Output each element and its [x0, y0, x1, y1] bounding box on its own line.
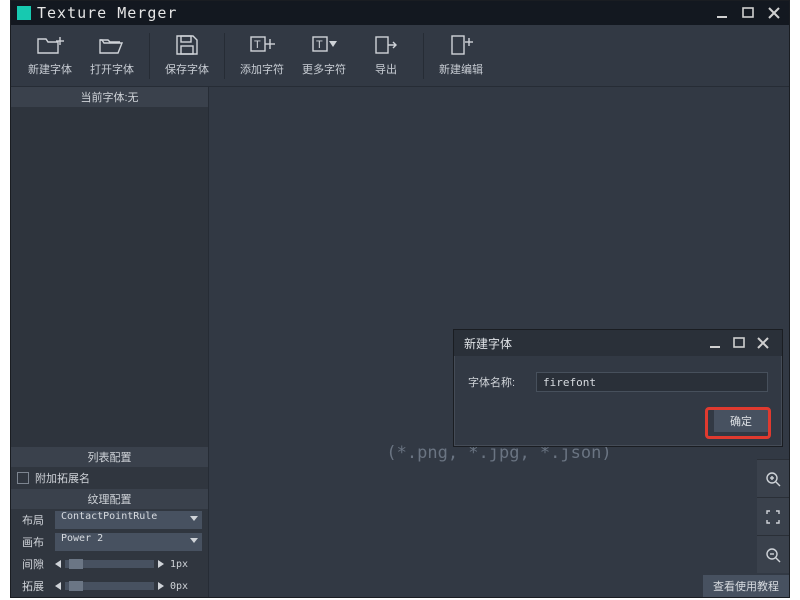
toolbar-new-font[interactable]: 新建字体 — [19, 31, 81, 77]
title-bar: Texture Merger — [11, 1, 789, 25]
dialog-titlebar: 新建字体 — [454, 330, 782, 356]
toolbar-label: 打开字体 — [90, 61, 134, 77]
append-ext-label: 附加拓展名 — [35, 470, 90, 486]
font-name-input[interactable] — [536, 372, 768, 392]
expand-label: 拓展 — [17, 578, 49, 594]
slider-thumb[interactable] — [69, 581, 83, 591]
toolbar-label: 更多字符 — [302, 61, 346, 77]
tutorial-button[interactable]: 查看使用教程 — [703, 575, 789, 597]
arrow-right-icon[interactable] — [158, 560, 164, 568]
arrow-right-icon[interactable] — [158, 582, 164, 590]
expand-slider[interactable] — [55, 582, 164, 590]
canvas-select[interactable]: Power 2 — [55, 533, 202, 551]
arrow-left-icon[interactable] — [55, 560, 61, 568]
new-doc-icon — [447, 33, 475, 57]
app-title: Texture Merger — [37, 4, 177, 22]
maximize-button[interactable] — [739, 5, 757, 21]
close-button[interactable] — [765, 5, 783, 21]
chevron-down-icon — [190, 516, 198, 521]
ok-button[interactable]: 确定 — [714, 410, 768, 432]
toolbar-label: 新建字体 — [28, 61, 72, 77]
toolbar-save-font[interactable]: 保存字体 — [156, 31, 218, 77]
save-icon — [173, 33, 201, 57]
toolbar-label: 保存字体 — [165, 61, 209, 77]
toolbar-separator — [423, 33, 424, 79]
texture-config-title: 纹理配置 — [11, 489, 208, 509]
gap-value: 1px — [170, 559, 202, 570]
toolbar-more-char[interactable]: T 更多字符 — [293, 31, 355, 77]
add-char-icon: T — [248, 33, 276, 57]
canvas-area[interactable]: (*.png, *.jpg, *.json) 新建字体 字体名称: — [209, 87, 789, 597]
append-ext-row[interactable]: 附加拓展名 — [11, 467, 208, 489]
main-area: 当前字体:无 列表配置 附加拓展名 纹理配置 布局 ContactPointRu… — [11, 87, 789, 597]
zoom-out-button[interactable] — [757, 535, 789, 573]
right-tool-strip — [757, 459, 789, 573]
list-config-title: 列表配置 — [11, 447, 208, 467]
layout-value: ContactPointRule — [55, 511, 202, 529]
toolbar-export[interactable]: 导出 — [355, 31, 417, 77]
canvas-label: 画布 — [17, 534, 49, 550]
toolbar-separator — [149, 33, 150, 79]
svg-text:T: T — [254, 39, 261, 51]
dialog-minimize-button[interactable] — [706, 335, 724, 351]
dialog-title: 新建字体 — [464, 335, 512, 352]
more-char-icon: T — [310, 33, 338, 57]
toolbar-new-edit[interactable]: 新建编辑 — [430, 31, 492, 77]
export-icon — [372, 33, 400, 57]
fit-screen-button[interactable] — [757, 497, 789, 535]
append-ext-checkbox[interactable] — [17, 472, 29, 484]
dialog-maximize-button[interactable] — [730, 335, 748, 351]
toolbar-separator — [224, 33, 225, 79]
folder-open-icon — [98, 33, 126, 57]
slider-track[interactable] — [65, 560, 154, 568]
gap-label: 间隙 — [17, 556, 49, 572]
app-icon — [17, 6, 31, 20]
arrow-left-icon[interactable] — [55, 582, 61, 590]
minimize-button[interactable] — [713, 5, 731, 21]
sidebar: 当前字体:无 列表配置 附加拓展名 纹理配置 布局 ContactPointRu… — [11, 87, 209, 597]
toolbar-open-font[interactable]: 打开字体 — [81, 31, 143, 77]
app-window: Texture Merger 新建字体 — [10, 0, 790, 598]
toolbar: 新建字体 打开字体 保存字体 T 添 — [11, 25, 789, 87]
font-preview-area — [11, 107, 208, 447]
gap-slider[interactable] — [55, 560, 164, 568]
font-name-label: 字体名称: — [468, 374, 526, 390]
expand-value: 0px — [170, 581, 202, 592]
folder-new-icon — [36, 33, 64, 57]
zoom-in-button[interactable] — [757, 459, 789, 497]
canvas-value: Power 2 — [55, 533, 202, 551]
svg-text:T: T — [316, 39, 323, 51]
layout-select[interactable]: ContactPointRule — [55, 511, 202, 529]
chevron-down-icon — [190, 538, 198, 543]
toolbar-label: 新建编辑 — [439, 61, 483, 77]
current-font-header: 当前字体:无 — [11, 87, 208, 107]
new-font-dialog: 新建字体 字体名称: 确定 — [453, 329, 783, 447]
layout-label: 布局 — [17, 512, 49, 528]
slider-track[interactable] — [65, 582, 154, 590]
toolbar-add-char[interactable]: T 添加字符 — [231, 31, 293, 77]
slider-thumb[interactable] — [69, 559, 83, 569]
dialog-close-button[interactable] — [754, 335, 772, 351]
toolbar-label: 导出 — [375, 61, 397, 77]
toolbar-label: 添加字符 — [240, 61, 284, 77]
